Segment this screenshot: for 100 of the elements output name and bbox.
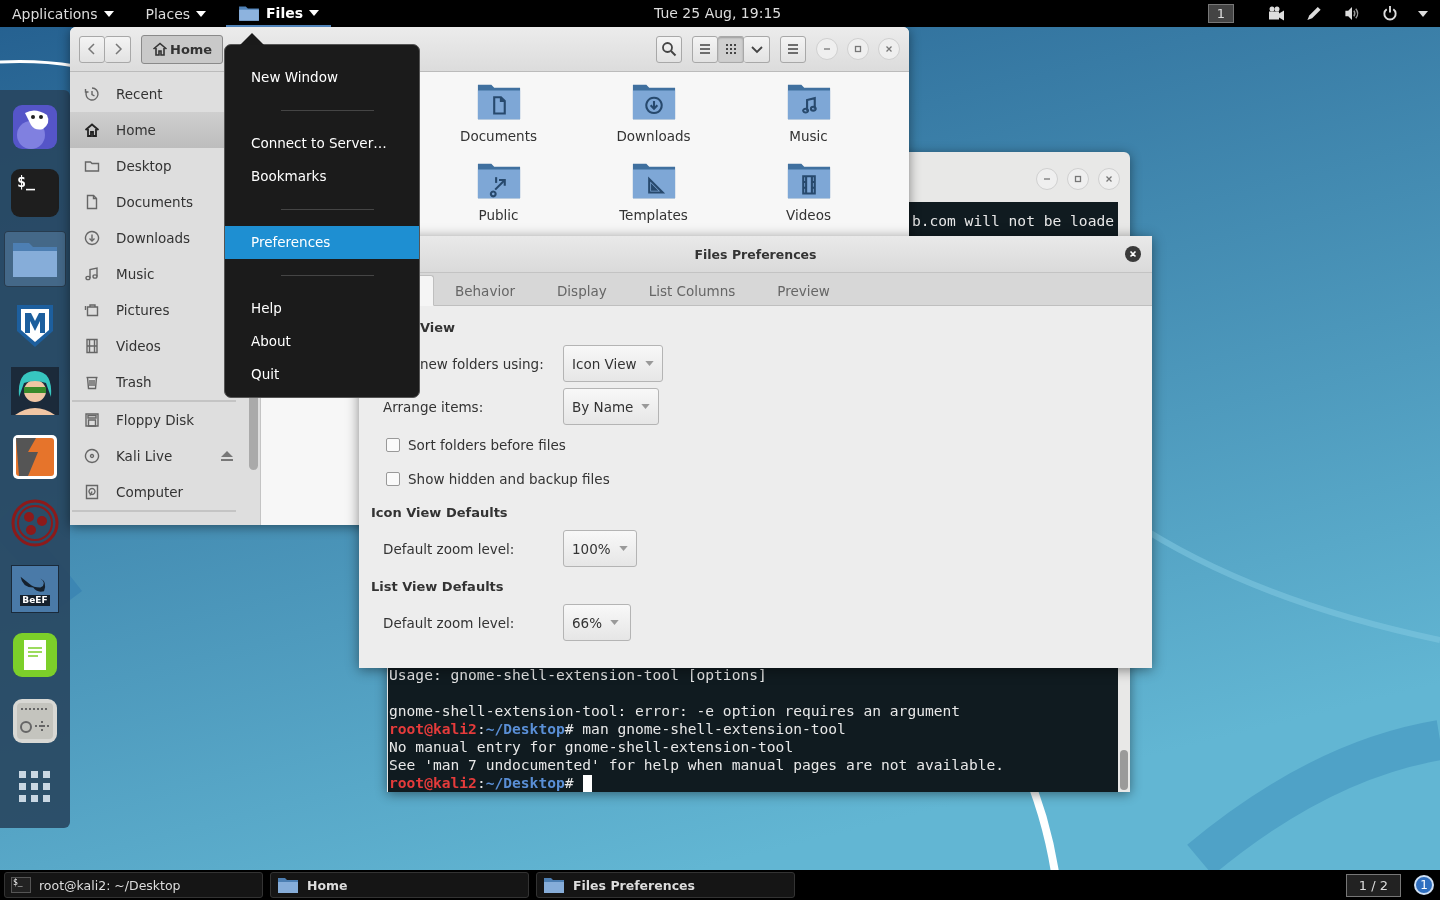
caret-icon bbox=[641, 404, 651, 409]
folder-icon bbox=[238, 3, 261, 22]
grid-view-button[interactable] bbox=[718, 35, 744, 63]
close-icon bbox=[1128, 249, 1138, 259]
close-icon bbox=[1104, 174, 1114, 184]
folder-label[interactable]: Videos bbox=[786, 207, 831, 223]
trash-icon bbox=[84, 374, 100, 390]
maximize-button[interactable] bbox=[847, 38, 869, 60]
caret-icon bbox=[103, 10, 114, 17]
tab[interactable]: Behavior bbox=[434, 275, 536, 306]
download-icon bbox=[84, 230, 100, 246]
close-button[interactable] bbox=[1125, 246, 1141, 262]
music-note-icon bbox=[84, 266, 100, 282]
terminal-icon[interactable]: $_ bbox=[11, 169, 59, 217]
maximize-icon bbox=[853, 44, 863, 54]
terminal-line: See 'man 7 undocumented' for help when manual pages are not available. bbox=[388, 756, 1006, 774]
top-bar-menu[interactable]: Places bbox=[133, 0, 219, 27]
terminal-prompt: root@kali2:~/Desktop# man gnome-shell-extension-tool bbox=[388, 720, 846, 738]
sidebar-item[interactable]: Floppy Disk bbox=[70, 402, 248, 438]
folder-label[interactable]: Documents bbox=[460, 128, 537, 144]
ferret-app-icon[interactable] bbox=[11, 103, 59, 151]
search-button[interactable] bbox=[656, 35, 682, 63]
menu-item[interactable]: Help bbox=[225, 292, 419, 325]
taskbar-button[interactable]: Files Preferences bbox=[536, 872, 795, 898]
list-view-button[interactable] bbox=[692, 35, 718, 63]
taskbar-button[interactable]: $_ root@kali2: ~/Desktop bbox=[4, 872, 263, 898]
notes-icon[interactable] bbox=[11, 631, 59, 679]
menu-icon bbox=[785, 41, 801, 57]
menu-item[interactable]: About bbox=[225, 325, 419, 358]
caret-icon bbox=[309, 9, 320, 16]
folder-label[interactable]: Downloads bbox=[616, 128, 691, 144]
tab[interactable]: Display bbox=[535, 275, 628, 306]
terminal-line: Usage: gnome-shell-extension-tool [options] bbox=[388, 666, 768, 684]
close-icon bbox=[884, 44, 894, 54]
dropdown[interactable]: By Name bbox=[563, 388, 660, 425]
task-label: Files Preferences bbox=[573, 877, 695, 893]
dropdown[interactable]: 100% bbox=[563, 530, 637, 567]
section-heading: List View Defaults bbox=[371, 579, 504, 594]
checkbox[interactable] bbox=[386, 438, 400, 452]
video-camera-icon[interactable] bbox=[1266, 5, 1286, 22]
terminal-icon: $_ bbox=[11, 877, 31, 893]
field-label: Default zoom level: bbox=[383, 614, 516, 631]
home-icon bbox=[152, 41, 168, 57]
tab[interactable]: Preview bbox=[756, 275, 851, 306]
menu-item[interactable]: New Window bbox=[225, 61, 419, 94]
caret-icon bbox=[644, 361, 654, 366]
menu-item[interactable]: Quit bbox=[225, 358, 419, 391]
folder-label[interactable]: Music bbox=[789, 128, 828, 144]
checkbox[interactable] bbox=[386, 472, 400, 486]
picture-frame-icon bbox=[84, 302, 100, 318]
field-label: new folders using: bbox=[419, 355, 545, 372]
menu-item[interactable]: Preferences bbox=[225, 226, 419, 259]
drive-icon bbox=[84, 484, 100, 500]
lightning-app-icon[interactable] bbox=[11, 433, 59, 481]
power-icon[interactable] bbox=[1380, 5, 1400, 22]
task-label: Home bbox=[307, 877, 348, 893]
sidebar-item[interactable]: Kali Live bbox=[70, 438, 248, 474]
avatar-icon[interactable] bbox=[11, 367, 59, 415]
caret-icon bbox=[196, 10, 207, 17]
checkbox-option[interactable]: Sort folders before files bbox=[371, 431, 566, 459]
document-icon bbox=[84, 194, 100, 210]
dropdown[interactable]: 66% bbox=[563, 604, 631, 641]
maximize-button[interactable] bbox=[1067, 168, 1089, 190]
film-icon bbox=[84, 338, 100, 354]
caret-icon bbox=[610, 620, 619, 625]
view-options-button[interactable] bbox=[744, 35, 770, 63]
bull-app-icon[interactable]: BeEF bbox=[11, 565, 59, 613]
eject-icon[interactable] bbox=[220, 450, 234, 462]
workspace-indicator[interactable]: 1 bbox=[1207, 4, 1234, 23]
section-heading: View bbox=[419, 320, 456, 335]
field-label: Default zoom level: bbox=[383, 540, 516, 557]
task-label: root@kali2: ~/Desktop bbox=[39, 877, 181, 893]
top-bar-menu[interactable]: Applications bbox=[0, 0, 126, 27]
menu-item[interactable]: Bookmarks bbox=[225, 160, 419, 193]
menu-button[interactable] bbox=[780, 35, 806, 63]
list-icon bbox=[697, 41, 713, 57]
folder-icon bbox=[277, 876, 299, 894]
tab[interactable]: List Columns bbox=[627, 275, 757, 306]
checkbox-option[interactable]: Show hidden and backup files bbox=[371, 465, 610, 493]
caret-icon[interactable] bbox=[1418, 10, 1428, 17]
dropdown[interactable]: Icon View bbox=[563, 345, 663, 382]
disc-icon bbox=[84, 448, 100, 464]
folder-icon bbox=[543, 876, 565, 894]
clock-icon bbox=[84, 86, 100, 102]
terminal-prompt: root@kali2:~/Desktop# bbox=[388, 774, 574, 792]
folder-label[interactable]: Public bbox=[478, 207, 519, 223]
radio-app-icon[interactable] bbox=[11, 697, 59, 745]
path-button[interactable]: Home bbox=[141, 34, 224, 64]
dialog-title: Files Preferences bbox=[694, 246, 817, 262]
sidebar-item[interactable]: Computer bbox=[70, 474, 248, 510]
field-label: Arrange items: bbox=[383, 398, 485, 415]
folder-icon bbox=[84, 158, 100, 174]
notification-badge[interactable]: 1 bbox=[1414, 875, 1434, 895]
workspace-pager[interactable]: 1 / 2 bbox=[1345, 873, 1401, 897]
scrollbar-thumb[interactable] bbox=[1120, 750, 1128, 790]
folder-label[interactable]: Templates bbox=[619, 207, 688, 223]
taskbar-button[interactable]: Home bbox=[270, 872, 529, 898]
logo-text: BeEF bbox=[20, 594, 50, 606]
clock[interactable]: Tue 25 Aug, 19:15 bbox=[654, 5, 782, 21]
terminal-line: No manual entry for gnome-shell-extension-tool bbox=[388, 738, 795, 756]
